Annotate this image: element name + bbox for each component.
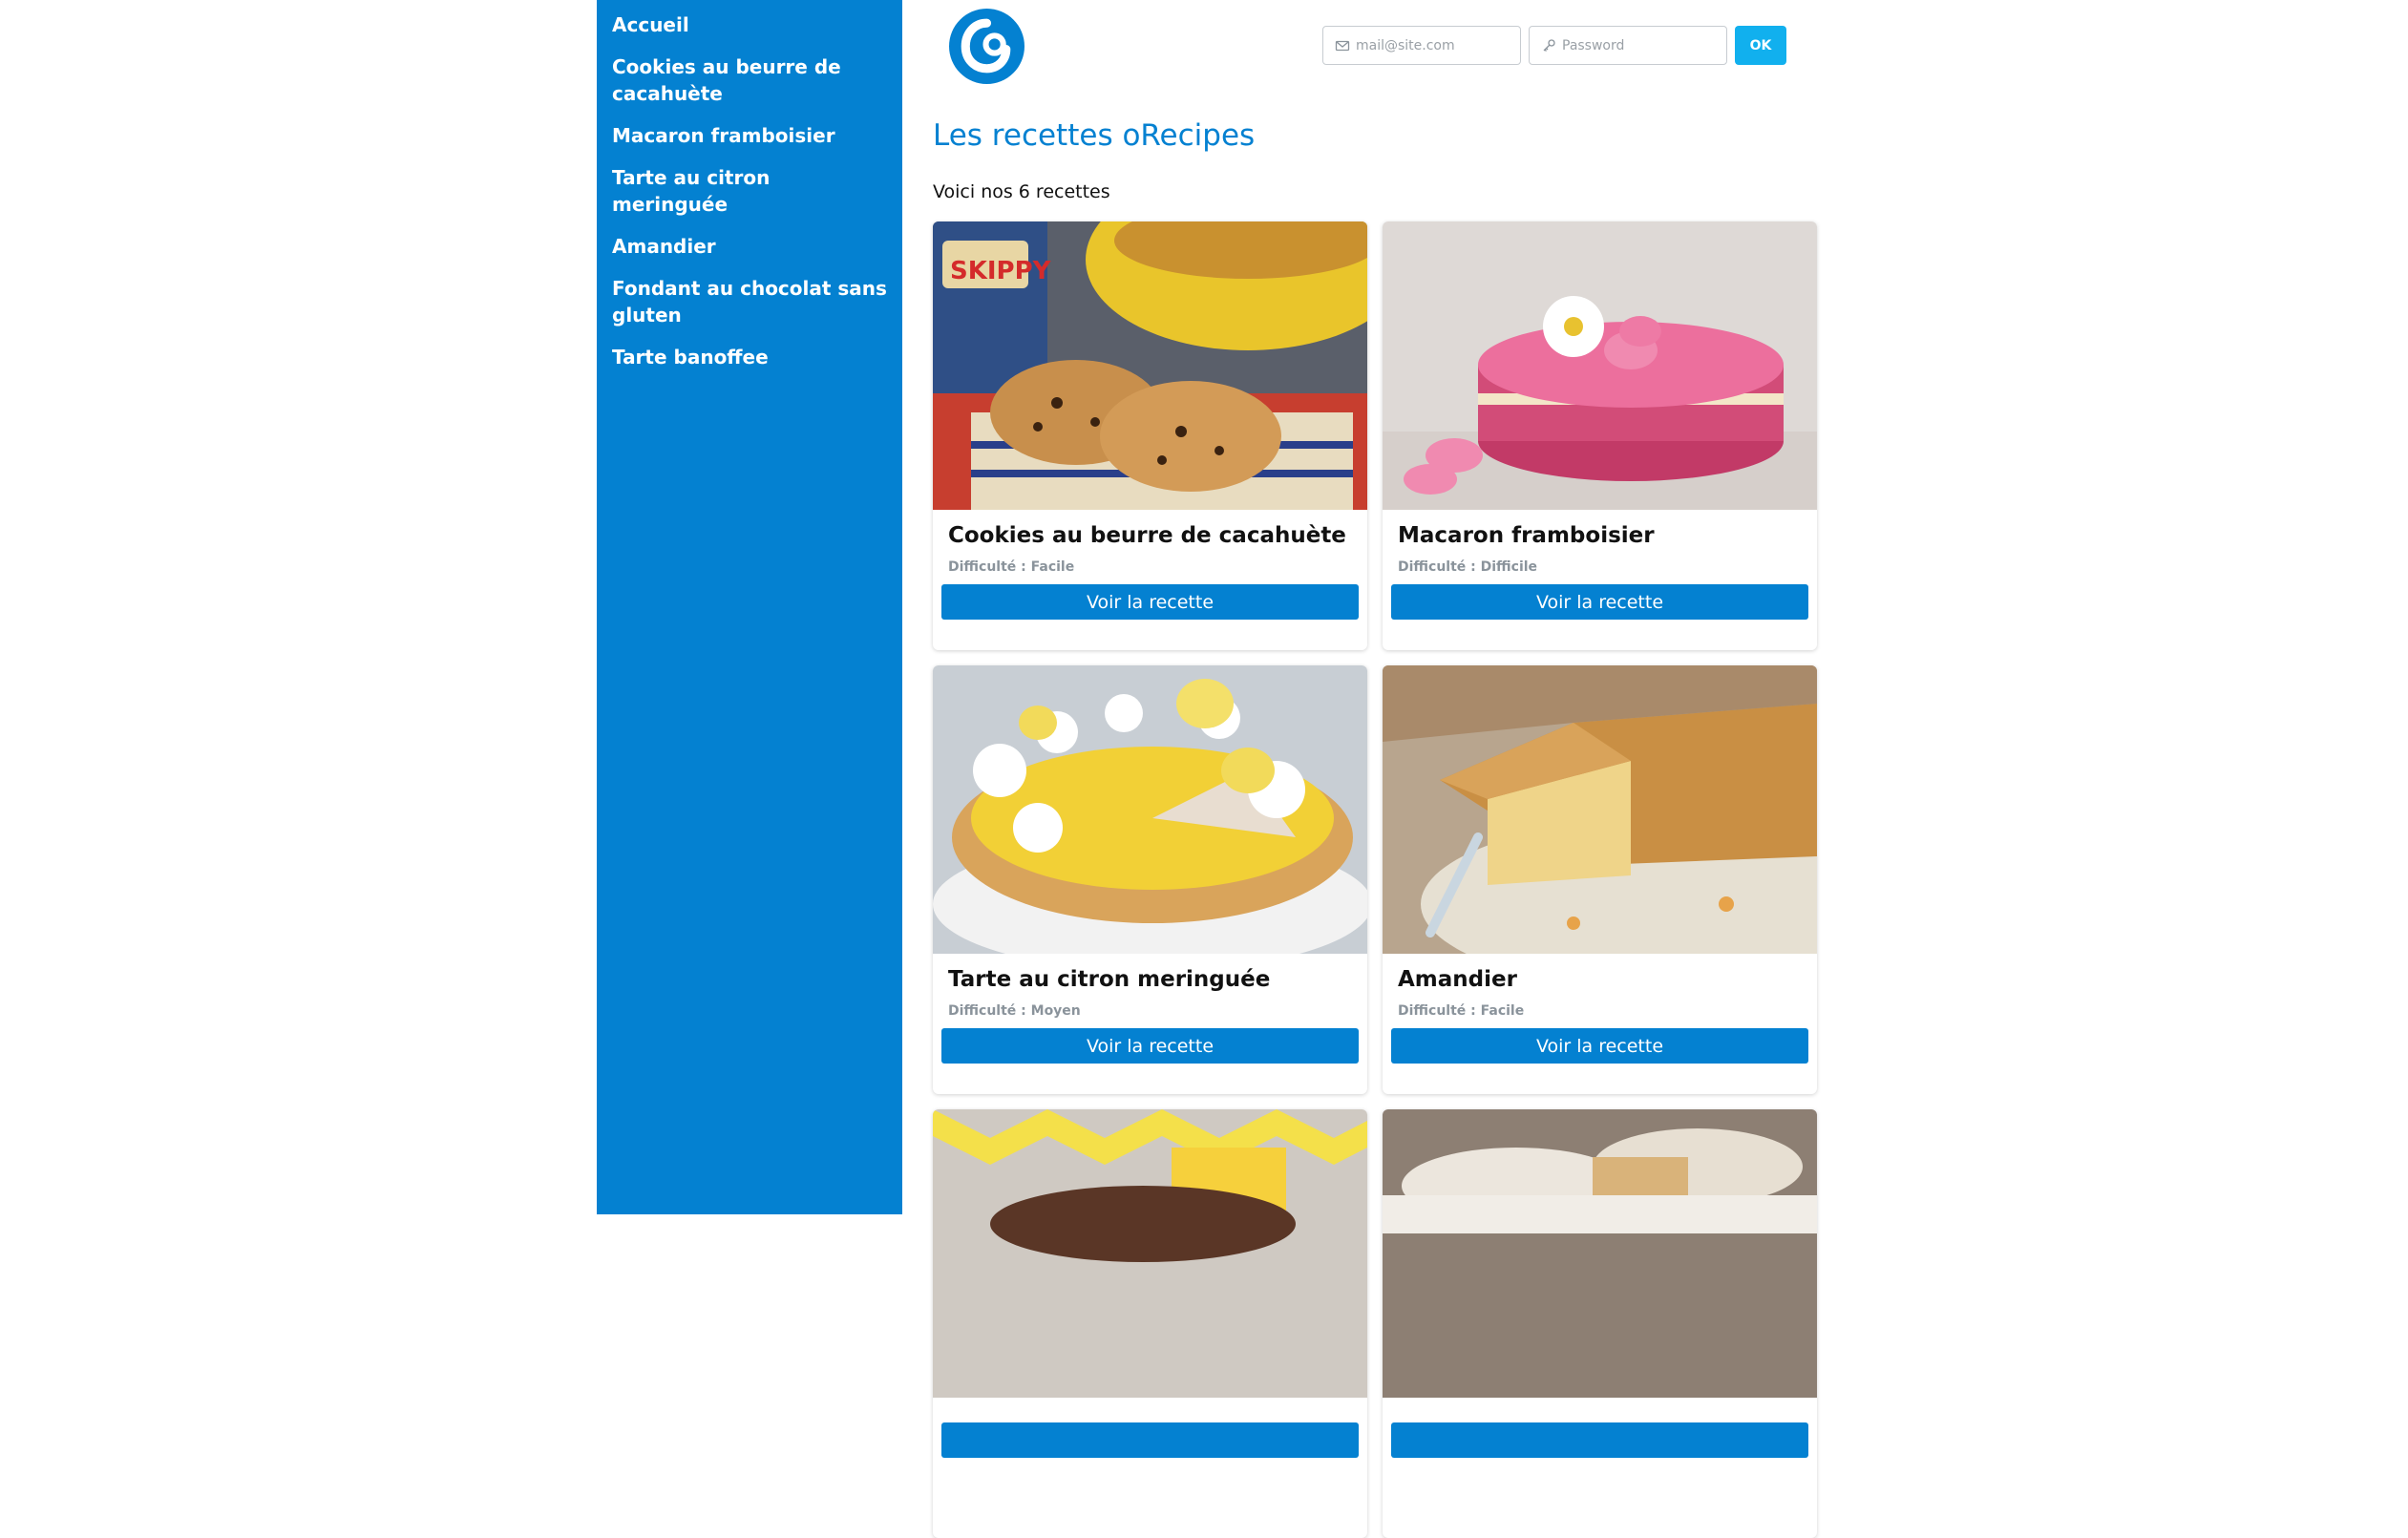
recipe-card: Amandier Difficulté : Facile Voir la rec… — [1383, 665, 1817, 1094]
view-recipe-button[interactable] — [941, 1422, 1359, 1458]
recipe-image-fondant — [933, 1109, 1367, 1398]
recipe-card — [1383, 1109, 1817, 1538]
sidebar-item-amandier[interactable]: Amandier — [612, 233, 887, 260]
recipe-count: Voici nos 6 recettes — [933, 181, 1110, 202]
header: OK — [933, 0, 1817, 95]
sidebar-item-fondant[interactable]: Fondant au chocolat sans gluten — [612, 275, 887, 328]
sidebar: Accueil Cookies au beurre de cacahuète M… — [597, 0, 902, 1214]
recipe-image-cookies: SKIPPY — [933, 221, 1367, 510]
recipe-difficulty: Difficulté : Difficile — [1398, 559, 1538, 575]
recipe-difficulty: Difficulté : Facile — [1398, 1003, 1525, 1019]
sidebar-item-accueil[interactable]: Accueil — [612, 11, 887, 38]
recipe-difficulty: Difficulté : Moyen — [948, 1003, 1081, 1019]
recipe-difficulty: Difficulté : Facile — [948, 559, 1075, 575]
recipe-image-tarte-citron — [933, 665, 1367, 954]
sidebar-item-banoffee[interactable]: Tarte banoffee — [612, 344, 887, 370]
email-input[interactable] — [1356, 37, 1520, 53]
recipe-title: Amandier — [1398, 967, 1517, 992]
recipe-title: Macaron framboisier — [1398, 523, 1655, 548]
mail-icon — [1335, 40, 1350, 52]
svg-text:SKIPPY: SKIPPY — [950, 257, 1052, 285]
recipe-card: SKIPPY Cookies au beurre de cacahuète Di… — [933, 221, 1367, 650]
recipe-grid: SKIPPY Cookies au beurre de cacahuète Di… — [933, 221, 1817, 1538]
recipe-title: Cookies au beurre de cacahuète — [948, 523, 1346, 548]
recipe-card: Tarte au citron meringuée Difficulté : M… — [933, 665, 1367, 1094]
view-recipe-button[interactable]: Voir la recette — [941, 1028, 1359, 1064]
recipe-title: Tarte au citron meringuée — [948, 967, 1271, 992]
recipe-image-amandier — [1383, 665, 1817, 954]
sidebar-item-macaron[interactable]: Macaron framboisier — [612, 122, 887, 149]
key-icon — [1543, 39, 1555, 52]
recipe-card — [933, 1109, 1367, 1538]
password-field[interactable] — [1529, 26, 1727, 65]
view-recipe-button[interactable]: Voir la recette — [1391, 584, 1808, 620]
password-input[interactable] — [1562, 37, 1726, 53]
recipe-card: Macaron framboisier Difficulté : Diffici… — [1383, 221, 1817, 650]
view-recipe-button[interactable]: Voir la recette — [1391, 1028, 1808, 1064]
recipe-image-banoffee — [1383, 1109, 1817, 1398]
ok-button[interactable]: OK — [1735, 26, 1786, 65]
orecipes-logo-icon[interactable] — [948, 8, 1025, 85]
page-title: Les recettes oRecipes — [933, 118, 1256, 153]
main-content: OK Les recettes oRecipes Voici nos 6 rec… — [902, 0, 1848, 1538]
sidebar-item-cookies[interactable]: Cookies au beurre de cacahuète — [612, 53, 887, 107]
email-field[interactable] — [1322, 26, 1521, 65]
view-recipe-button[interactable] — [1391, 1422, 1808, 1458]
recipe-image-macaron — [1383, 221, 1817, 510]
login-form: OK — [1322, 26, 1786, 65]
sidebar-item-tarte-citron[interactable]: Tarte au citron meringuée — [612, 164, 887, 218]
view-recipe-button[interactable]: Voir la recette — [941, 584, 1359, 620]
